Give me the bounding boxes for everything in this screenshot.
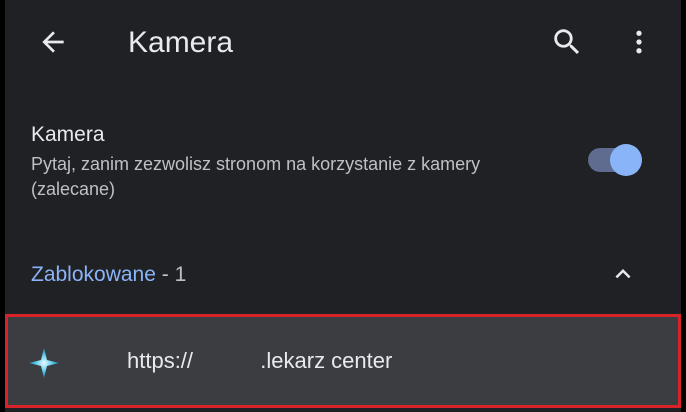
camera-setting-row[interactable]: Kamera Pytaj, zanim zezwolisz stronom na…: [5, 108, 681, 218]
page-title: Kamera: [128, 26, 234, 59]
search-icon: [554, 29, 580, 55]
search-button[interactable]: [545, 20, 589, 64]
blocked-site-row[interactable]: https:// .lekarz center: [5, 314, 681, 408]
toggle-thumb: [610, 144, 642, 176]
blocked-section-header[interactable]: Zablokowane - 1: [5, 246, 681, 302]
camera-settings-screen: Kamera Kamera Pytaj, zanim zezwolisz str…: [5, 0, 681, 412]
blocked-site-url: https:// .lekarz center: [127, 348, 393, 373]
setting-title: Kamera: [31, 123, 105, 146]
camera-toggle-switch[interactable]: [588, 144, 646, 176]
app-bar: Kamera: [5, 0, 681, 86]
more-options-button[interactable]: [621, 20, 657, 64]
collapse-section-button[interactable]: [605, 256, 641, 292]
arrow-left-icon: [42, 31, 64, 53]
blocked-section-name: Zablokowane: [31, 263, 156, 286]
blocked-section-count: - 1: [155, 263, 187, 286]
back-button[interactable]: [31, 20, 75, 64]
setting-description: Pytaj, zanim zezwolisz stronom na korzys…: [31, 154, 481, 199]
cross-favicon-icon: [29, 348, 59, 378]
chevron-up-icon: [615, 269, 631, 279]
more-vert-icon: [636, 30, 642, 54]
blocked-section-label: Zablokowane - 1: [31, 262, 186, 288]
